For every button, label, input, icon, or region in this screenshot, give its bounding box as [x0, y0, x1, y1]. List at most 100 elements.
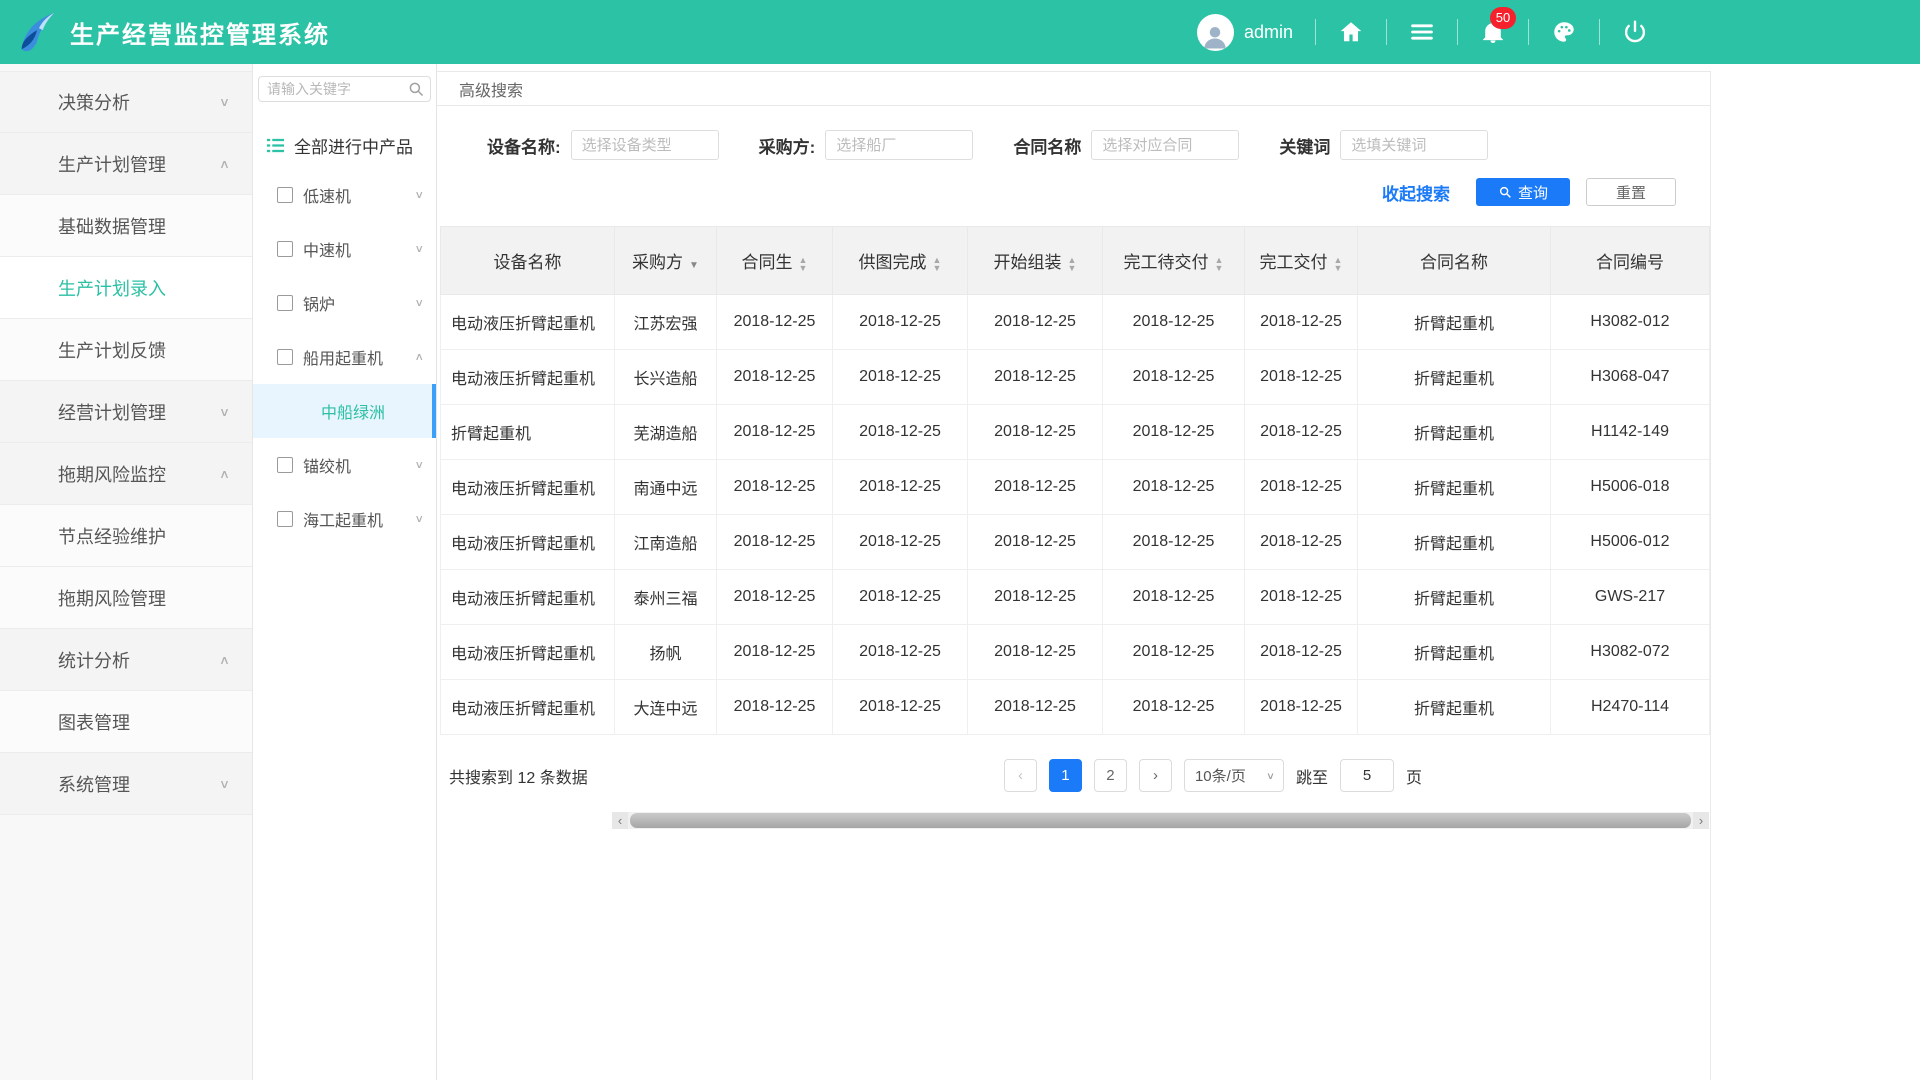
- tree-item-label: 船用起重机: [303, 345, 383, 369]
- chevron-down-icon[interactable]: ∨: [414, 513, 424, 526]
- sidebar-item-plan-entry[interactable]: 生产计划录入: [0, 257, 252, 319]
- table-row[interactable]: 电动液压折臂起重机江苏宏强2018-12-252018-12-252018-12…: [441, 295, 1710, 350]
- user-menu[interactable]: admin: [1175, 14, 1315, 51]
- tree-root-item[interactable]: 全部进行中产品: [253, 122, 436, 168]
- pagination: ‹ 1 2 › 10条/页 跳至 页: [1004, 759, 1422, 792]
- search-form: 设备名称: 采购方: 合同名称 关键词: [437, 106, 1710, 160]
- table-cell: 2018-12-25: [1245, 515, 1358, 570]
- sidebar-item-delay-risk-mgmt[interactable]: 拖期风险管理: [0, 567, 252, 629]
- sort-icon[interactable]: [799, 256, 808, 272]
- query-button[interactable]: 查询: [1476, 178, 1570, 206]
- page-button-2[interactable]: 2: [1094, 759, 1127, 792]
- next-page-button[interactable]: ›: [1139, 759, 1172, 792]
- sidebar-item-decision-analysis[interactable]: 决策分析 ∨: [0, 71, 252, 133]
- sidebar-item-delay-risk-monitor[interactable]: 拖期风险监控 ∧: [0, 443, 252, 505]
- collapse-search-link[interactable]: 收起搜索: [1382, 180, 1450, 205]
- table-cell: 2018-12-25: [1103, 295, 1245, 350]
- prev-page-button[interactable]: ‹: [1004, 759, 1037, 792]
- tree-item-label: 中船绿洲: [321, 399, 385, 423]
- sidebar-item-plan-feedback[interactable]: 生产计划反馈: [0, 319, 252, 381]
- advanced-search-bar: 高级搜索: [437, 72, 1710, 106]
- col-awaiting-delivery[interactable]: 完工待交付: [1103, 227, 1245, 295]
- home-button[interactable]: [1316, 19, 1386, 45]
- table-cell: 2018-12-25: [968, 295, 1103, 350]
- chevron-down-icon[interactable]: ∨: [414, 189, 424, 202]
- table-cell: 2018-12-25: [717, 295, 833, 350]
- table-row[interactable]: 电动液压折臂起重机南通中远2018-12-252018-12-252018-12…: [441, 460, 1710, 515]
- chevron-down-icon[interactable]: ∨: [414, 297, 424, 310]
- filter-icon[interactable]: [683, 253, 699, 272]
- table-cell: 电动液压折臂起重机: [441, 295, 615, 350]
- scroll-left-arrow[interactable]: ‹: [612, 812, 628, 829]
- table-row[interactable]: 电动液压折臂起重机泰州三福2018-12-252018-12-252018-12…: [441, 570, 1710, 625]
- sidebar-item-node-experience[interactable]: 节点经验维护: [0, 505, 252, 567]
- table-cell: 2018-12-25: [968, 460, 1103, 515]
- notification-badge: 50: [1490, 7, 1516, 29]
- tree-item-anchor-windlass[interactable]: 锚绞机 ∨: [253, 438, 436, 492]
- sidebar-item-statistics[interactable]: 统计分析 ∧: [0, 629, 252, 691]
- tree-search-input[interactable]: [258, 76, 431, 102]
- table-cell: 2018-12-25: [1103, 405, 1245, 460]
- table-cell: 南通中远: [615, 460, 717, 515]
- table-cell: 2018-12-25: [1245, 570, 1358, 625]
- product-category-icon: [277, 241, 293, 257]
- table-cell: 2018-12-25: [1103, 460, 1245, 515]
- table-cell: 折臂起重机: [441, 405, 615, 460]
- table-cell: 2018-12-25: [968, 680, 1103, 735]
- page-size-select[interactable]: 10条/页: [1184, 759, 1284, 792]
- table-cell: 2018-12-25: [968, 350, 1103, 405]
- logout-button[interactable]: [1600, 19, 1670, 45]
- table-cell: 2018-12-25: [1245, 680, 1358, 735]
- table-row[interactable]: 电动液压折臂起重机大连中远2018-12-252018-12-252018-12…: [441, 680, 1710, 735]
- page-button-1[interactable]: 1: [1049, 759, 1082, 792]
- table-cell: 2018-12-25: [1103, 625, 1245, 680]
- sidebar-item-chart-mgmt[interactable]: 图表管理: [0, 691, 252, 753]
- chevron-down-icon: [1266, 770, 1275, 781]
- tree-item-zhongchuan-lvzhou[interactable]: 中船绿洲: [253, 384, 436, 438]
- table-cell: 扬帆: [615, 625, 717, 680]
- chevron-up-icon[interactable]: ∧: [414, 351, 424, 364]
- sidebar-item-operation-plan-mgmt[interactable]: 经营计划管理 ∨: [0, 381, 252, 443]
- menu-toggle-button[interactable]: [1387, 19, 1457, 45]
- col-purchaser[interactable]: 采购方: [615, 227, 717, 295]
- tree-item-offshore-crane[interactable]: 海工起重机 ∨: [253, 492, 436, 546]
- col-contract-effective[interactable]: 合同生: [717, 227, 833, 295]
- sidebar-item-basic-data-mgmt[interactable]: 基础数据管理: [0, 195, 252, 257]
- table-row[interactable]: 电动液压折臂起重机江南造船2018-12-252018-12-252018-12…: [441, 515, 1710, 570]
- scroll-right-arrow[interactable]: ›: [1693, 812, 1709, 829]
- keyword-input[interactable]: [1340, 130, 1488, 160]
- field-purchaser: 采购方:: [759, 130, 974, 160]
- col-assembly-start[interactable]: 开始组装: [968, 227, 1103, 295]
- sort-icon[interactable]: [1334, 256, 1343, 272]
- device-type-input[interactable]: [571, 130, 719, 160]
- sort-icon[interactable]: [1068, 256, 1077, 272]
- tree-item-marine-crane[interactable]: 船用起重机 ∧: [253, 330, 436, 384]
- col-delivered[interactable]: 完工交付: [1245, 227, 1358, 295]
- column-label: 设备名称: [494, 253, 562, 272]
- reset-button[interactable]: 重置: [1586, 178, 1676, 206]
- sort-icon[interactable]: [933, 256, 942, 272]
- table-row[interactable]: 电动液压折臂起重机长兴造船2018-12-252018-12-252018-12…: [441, 350, 1710, 405]
- horizontal-scrollbar[interactable]: ‹ ›: [612, 812, 1709, 829]
- tree-item-low-speed-engine[interactable]: 低速机 ∨: [253, 168, 436, 222]
- scroll-thumb[interactable]: [630, 813, 1691, 828]
- search-icon: [1498, 185, 1512, 199]
- table-row[interactable]: 电动液压折臂起重机扬帆2018-12-252018-12-252018-12-2…: [441, 625, 1710, 680]
- sort-icon[interactable]: [1215, 256, 1224, 272]
- table-row[interactable]: 折臂起重机芜湖造船2018-12-252018-12-252018-12-252…: [441, 405, 1710, 460]
- chevron-down-icon[interactable]: ∨: [414, 459, 424, 472]
- col-drawing-complete[interactable]: 供图完成: [833, 227, 968, 295]
- notifications-button[interactable]: 50: [1458, 19, 1528, 45]
- sidebar-item-production-plan-mgmt[interactable]: 生产计划管理 ∧: [0, 133, 252, 195]
- sidebar-item-system-mgmt[interactable]: 系统管理 ∨: [0, 753, 252, 815]
- tree-item-boiler[interactable]: 锅炉 ∨: [253, 276, 436, 330]
- tree-item-label: 中速机: [303, 237, 351, 261]
- tree-item-medium-speed-engine[interactable]: 中速机 ∨: [253, 222, 436, 276]
- table-cell: 折臂起重机: [1358, 405, 1551, 460]
- theme-button[interactable]: [1529, 19, 1599, 45]
- chevron-down-icon[interactable]: ∨: [414, 243, 424, 256]
- search-icon[interactable]: [407, 80, 425, 98]
- contract-input[interactable]: [1091, 130, 1239, 160]
- shipyard-input[interactable]: [825, 130, 973, 160]
- jump-page-input[interactable]: [1340, 759, 1394, 792]
